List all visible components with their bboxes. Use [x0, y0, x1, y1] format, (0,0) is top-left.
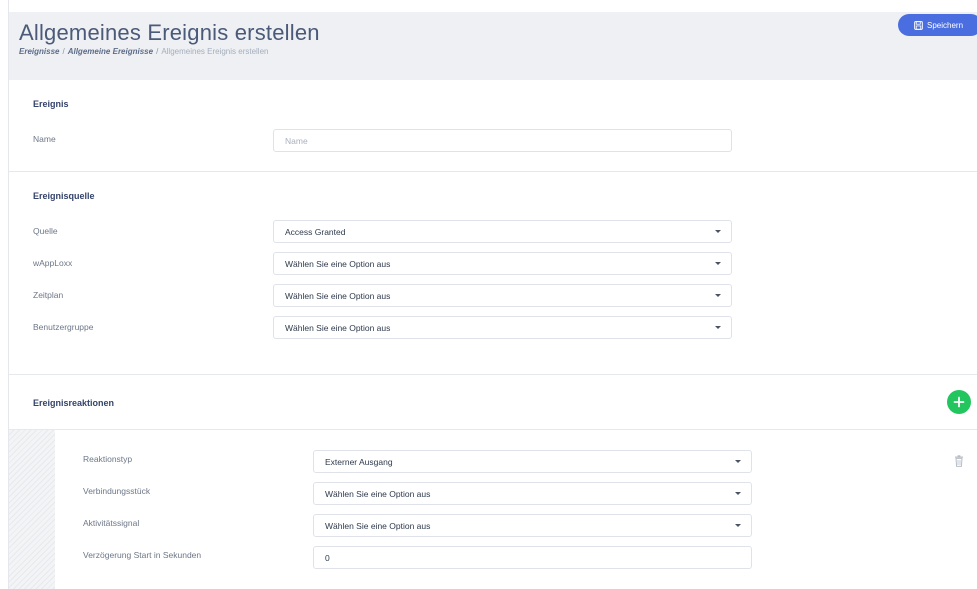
section-divider — [9, 171, 977, 172]
delay-label: Verzögerung Start in Sekunden — [83, 550, 202, 560]
chevron-down-icon — [735, 492, 741, 495]
name-input[interactable]: Name — [273, 129, 732, 152]
source-select[interactable]: Access Granted — [273, 220, 732, 243]
wapploxx-select[interactable]: Wählen Sie eine Option aus — [273, 252, 732, 275]
connector-label: Verbindungsstück — [83, 486, 151, 496]
section-title-reactions: Ereignisreaktionen — [33, 398, 115, 408]
chevron-down-icon — [735, 524, 741, 527]
usergroup-select[interactable]: Wählen Sie eine Option aus — [273, 316, 732, 339]
breadcrumb-link-events[interactable]: Ereignisse — [19, 47, 59, 56]
chevron-down-icon — [715, 294, 721, 297]
schedule-select-value: Wählen Sie eine Option aus — [285, 290, 391, 301]
breadcrumb: Ereignisse / Allgemeine Ereignisse / Allgeme… — [19, 47, 268, 56]
name-label: Name — [33, 134, 56, 144]
connector-select[interactable]: Wählen Sie eine Option aus — [313, 482, 752, 505]
chevron-down-icon — [715, 230, 721, 233]
section-divider — [9, 374, 977, 375]
reaction-type-select-value: Externer Ausgang — [325, 456, 393, 467]
page-title: Allgemeines Ereignis erstellen — [19, 20, 320, 45]
chevron-down-icon — [715, 326, 721, 329]
breadcrumb-separator: / — [62, 47, 65, 56]
wapploxx-label: wAppLoxx — [33, 258, 73, 268]
wapploxx-select-value: Wählen Sie eine Option aus — [285, 258, 391, 269]
delay-input[interactable]: 0 — [313, 546, 752, 569]
save-button-label: Speichern — [927, 20, 964, 30]
activity-signal-select[interactable]: Wählen Sie eine Option aus — [313, 514, 752, 537]
reaction-type-select[interactable]: Externer Ausgang — [313, 450, 752, 473]
source-select-value: Access Granted — [285, 226, 346, 237]
usergroup-label: Benutzergruppe — [33, 322, 94, 332]
section-title-source: Ereignisquelle — [33, 191, 95, 201]
plus-icon — [953, 396, 965, 408]
add-reaction-button[interactable] — [947, 390, 971, 414]
breadcrumb-current: Allgemeines Ereignis erstellen — [161, 47, 269, 56]
reaction-type-label: Reaktionstyp — [83, 454, 133, 464]
breadcrumb-link-general-events[interactable]: Allgemeine Ereignisse — [68, 47, 153, 56]
schedule-label: Zeitplan — [33, 290, 64, 300]
activity-signal-label: Aktivitätssignal — [83, 518, 140, 528]
source-label: Quelle — [33, 226, 58, 236]
trash-icon[interactable] — [954, 455, 964, 467]
save-icon — [914, 20, 923, 30]
reaction-hatch-strip — [9, 430, 55, 589]
save-button[interactable]: Speichern — [898, 14, 977, 36]
page-header: Allgemeines Ereignis erstellen Ereigniss… — [9, 12, 977, 80]
schedule-select[interactable]: Wählen Sie eine Option aus — [273, 284, 732, 307]
section-title-event: Ereignis — [33, 99, 69, 109]
connector-select-value: Wählen Sie eine Option aus — [325, 488, 431, 499]
usergroup-select-value: Wählen Sie eine Option aus — [285, 322, 391, 333]
activity-signal-select-value: Wählen Sie eine Option aus — [325, 520, 431, 531]
chevron-down-icon — [735, 460, 741, 463]
breadcrumb-separator: / — [156, 47, 159, 56]
chevron-down-icon — [715, 262, 721, 265]
